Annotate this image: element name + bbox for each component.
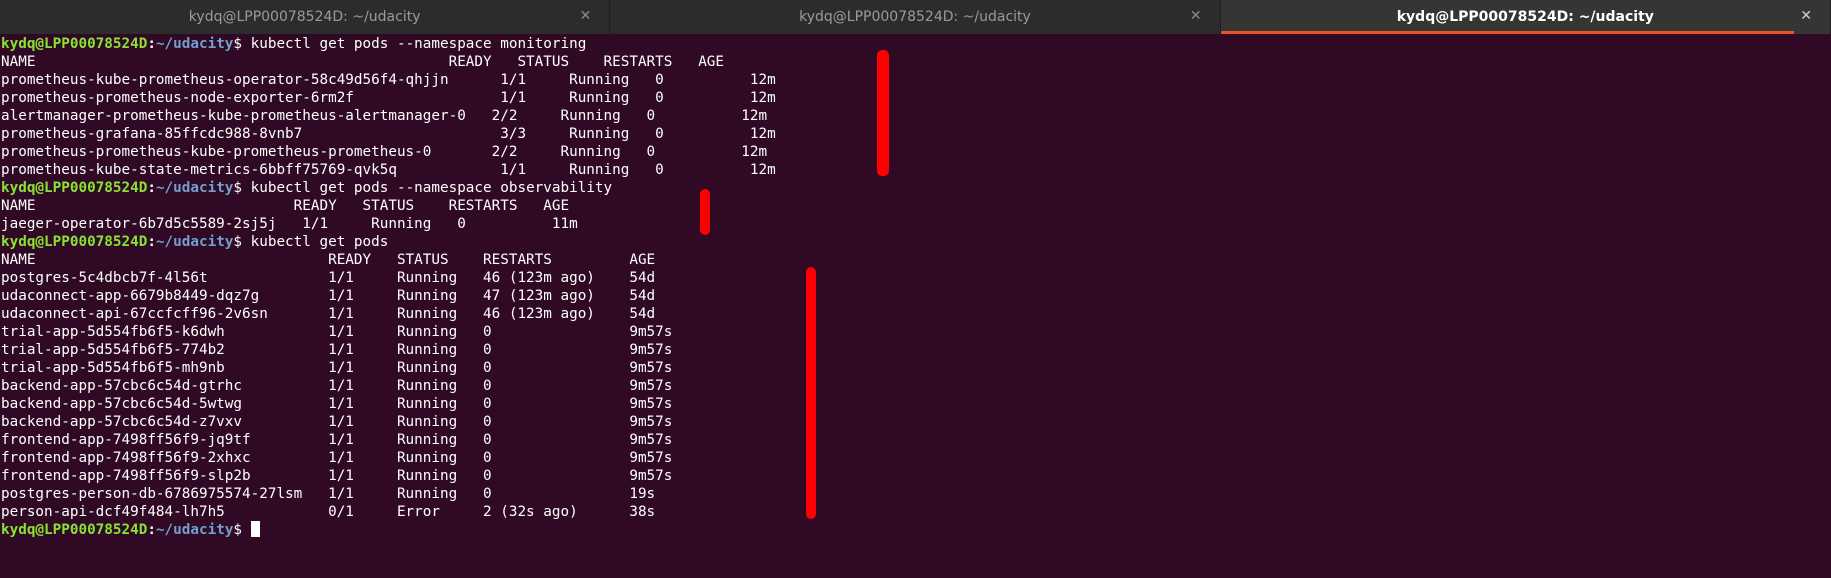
prompt-colon: :	[147, 36, 156, 52]
table-header: NAME READY STATUS RESTARTS AGE	[1, 252, 656, 268]
text-cursor	[250, 521, 260, 537]
tab-3-active[interactable]: kydq@LPP00078524D: ~/udacity ✕	[1220, 0, 1831, 34]
table-row: frontend-app-7498ff56f9-jq9tf 1/1 Runnin…	[1, 432, 673, 448]
close-icon[interactable]: ✕	[1800, 8, 1812, 24]
table-row: frontend-app-7498ff56f9-slp2b 1/1 Runnin…	[1, 468, 673, 484]
command-text: kubectl get pods	[250, 234, 389, 250]
table-row: udaconnect-api-67ccfcff96-2v6sn 1/1 Runn…	[1, 306, 656, 322]
table-row: prometheus-prometheus-kube-prometheus-pr…	[1, 144, 768, 160]
command-text: kubectl get pods --namespace observabili…	[250, 180, 613, 196]
close-icon[interactable]: ✕	[580, 8, 592, 24]
prompt-line: kydq@LPP00078524D:~/udacity$ kubectl get…	[1, 179, 1830, 197]
table-row: backend-app-57cbc6c54d-gtrhc 1/1 Running…	[1, 378, 673, 394]
table-row: person-api-dcf49f484-lh7h5 0/1 Error 2 (…	[1, 504, 656, 520]
table-row: trial-app-5d554fb6f5-774b2 1/1 Running 0…	[1, 342, 673, 358]
table-row: prometheus-kube-state-metrics-6bbff75769…	[1, 162, 776, 178]
prompt-symbol: $	[233, 36, 251, 52]
tab-bar: kydq@LPP00078524D: ~/udacity ✕ kydq@LPP0…	[0, 0, 1831, 34]
prompt-symbol: $	[233, 180, 251, 196]
prompt-line-current[interactable]: kydq@LPP00078524D:~/udacity$	[1, 521, 1830, 539]
table-row: prometheus-prometheus-node-exporter-6rm2…	[1, 90, 776, 106]
prompt-path: ~/udacity	[155, 522, 234, 538]
prompt-line: kydq@LPP00078524D:~/udacity$ kubectl get…	[1, 35, 1830, 53]
table-row: backend-app-57cbc6c54d-z7vxv 1/1 Running…	[1, 414, 673, 430]
command-text: kubectl get pods --namespace monitoring	[250, 36, 587, 52]
prompt-colon: :	[147, 522, 156, 538]
terminal-output[interactable]: kydq@LPP00078524D:~/udacity$ kubectl get…	[0, 35, 1831, 578]
prompt-user: kydq@LPP00078524D	[1, 36, 148, 52]
prompt-path: ~/udacity	[155, 36, 234, 52]
table-row: frontend-app-7498ff56f9-2xhxc 1/1 Runnin…	[1, 450, 673, 466]
prompt-symbol: $	[233, 522, 251, 538]
table-row: trial-app-5d554fb6f5-mh9nb 1/1 Running 0…	[1, 360, 673, 376]
table-row: prometheus-grafana-85ffcdc988-8vnb7 3/3 …	[1, 126, 776, 142]
table-row: trial-app-5d554fb6f5-k6dwh 1/1 Running 0…	[1, 324, 673, 340]
table-row: alertmanager-prometheus-kube-prometheus-…	[1, 108, 768, 124]
annotation-mark	[806, 267, 816, 519]
prompt-colon: :	[147, 180, 156, 196]
prompt-symbol: $	[233, 234, 251, 250]
annotation-mark	[877, 50, 889, 176]
prompt-user: kydq@LPP00078524D	[1, 234, 148, 250]
table-row: udaconnect-app-6679b8449-dqz7g 1/1 Runni…	[1, 288, 656, 304]
tab-title: kydq@LPP00078524D: ~/udacity	[1396, 9, 1654, 25]
table-header: NAME READY STATUS RESTARTS AGE	[1, 198, 570, 214]
table-row: jaeger-operator-6b7d5c5589-2sj5j 1/1 Run…	[1, 216, 578, 232]
prompt-path: ~/udacity	[155, 234, 234, 250]
table-row: prometheus-kube-prometheus-operator-58c4…	[1, 72, 776, 88]
table-row: backend-app-57cbc6c54d-5wtwg 1/1 Running…	[1, 396, 673, 412]
close-icon[interactable]: ✕	[1190, 8, 1202, 24]
table-row: postgres-5c4dbcb7f-4l56t 1/1 Running 46 …	[1, 270, 656, 286]
tab-1[interactable]: kydq@LPP00078524D: ~/udacity ✕	[0, 0, 611, 34]
prompt-user: kydq@LPP00078524D	[1, 522, 148, 538]
prompt-path: ~/udacity	[155, 180, 234, 196]
table-row: postgres-person-db-6786975574-27lsm 1/1 …	[1, 486, 656, 502]
prompt-colon: :	[147, 234, 156, 250]
prompt-user: kydq@LPP00078524D	[1, 180, 148, 196]
annotation-mark	[700, 189, 710, 235]
tab-2[interactable]: kydq@LPP00078524D: ~/udacity ✕	[610, 0, 1221, 34]
tab-title: kydq@LPP00078524D: ~/udacity	[188, 9, 421, 25]
tab-title: kydq@LPP00078524D: ~/udacity	[799, 9, 1031, 25]
prompt-line: kydq@LPP00078524D:~/udacity$ kubectl get…	[1, 233, 1830, 251]
table-header: NAME READY STATUS RESTARTS AGE	[1, 54, 725, 70]
